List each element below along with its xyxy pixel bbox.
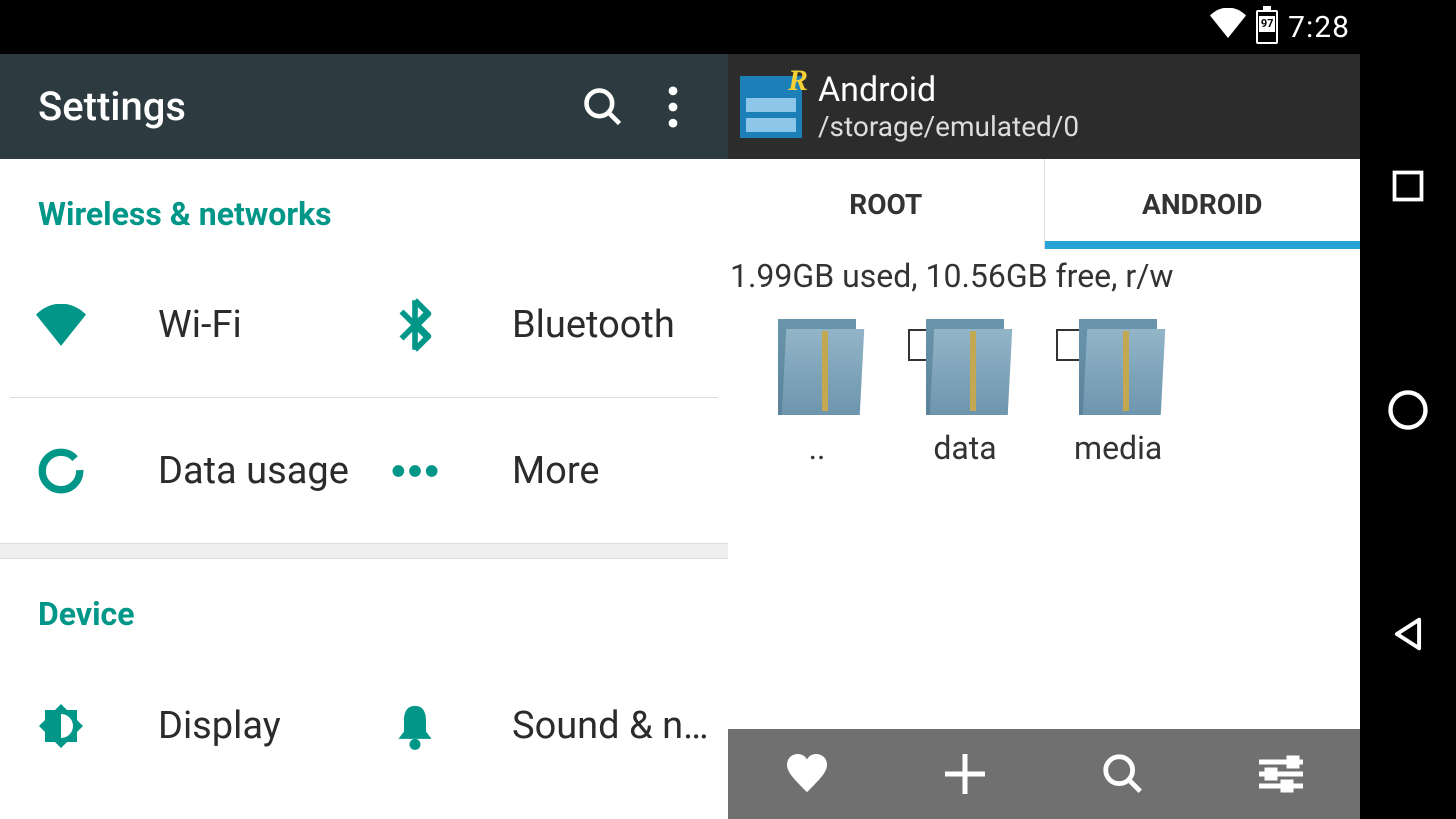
- explorer-title: Android: [818, 70, 1079, 110]
- favorite-button[interactable]: [728, 729, 886, 819]
- section-device-label: Device: [0, 559, 728, 653]
- settings-app: Settings Wireless & networks Wi-Fi Bluet…: [0, 54, 728, 819]
- item-more[interactable]: More: [364, 398, 718, 543]
- settings-header: Settings: [0, 54, 728, 159]
- item-data-usage[interactable]: Data usage: [10, 398, 364, 543]
- item-sound[interactable]: Sound & notification: [364, 653, 718, 798]
- folder-grid: .. data media: [728, 301, 1360, 485]
- item-bluetooth[interactable]: Bluetooth: [364, 253, 718, 398]
- folder-icon: [1079, 319, 1157, 415]
- section-wireless-label: Wireless & networks: [0, 159, 728, 253]
- settings-title: Settings: [38, 83, 568, 130]
- root-explorer-logo-icon: R: [740, 76, 802, 138]
- system-nav-bar: [1360, 0, 1456, 819]
- wifi-icon: [1210, 8, 1246, 46]
- tab-root[interactable]: ROOT: [728, 159, 1045, 249]
- explorer-bottom-bar: [728, 729, 1360, 819]
- folder-icon: [926, 319, 1004, 415]
- tab-android[interactable]: ANDROID: [1045, 159, 1361, 249]
- item-wifi[interactable]: Wi-Fi: [10, 253, 364, 398]
- item-label: Sound & notification: [512, 704, 718, 748]
- filter-button[interactable]: [1202, 729, 1360, 819]
- folder-icon: [778, 319, 856, 415]
- bell-icon: [388, 699, 442, 753]
- explorer-tabs: ROOT ANDROID: [728, 159, 1360, 249]
- search-icon[interactable]: [568, 72, 638, 142]
- status-time: 7:28: [1288, 10, 1350, 45]
- explorer-header: R Android /storage/emulated/0: [728, 54, 1360, 159]
- data-usage-icon: [34, 444, 88, 498]
- brightness-icon: [34, 699, 88, 753]
- item-label: Bluetooth: [512, 303, 675, 347]
- folder-label: data: [933, 429, 996, 467]
- battery-percent: 97: [1259, 16, 1275, 32]
- item-label: More: [512, 449, 600, 493]
- item-display[interactable]: Display: [10, 653, 364, 798]
- folder-label: ..: [809, 429, 826, 467]
- tab-label: ROOT: [849, 188, 922, 221]
- item-label: Display: [158, 704, 281, 748]
- section-divider: [0, 543, 728, 559]
- item-label: Data usage: [158, 449, 349, 493]
- folder-label: media: [1074, 429, 1162, 467]
- bluetooth-icon: [388, 298, 442, 352]
- item-label: Wi-Fi: [158, 303, 242, 347]
- root-explorer-app: R Android /storage/emulated/0 ROOT ANDRO…: [728, 54, 1360, 819]
- back-button[interactable]: [1386, 612, 1430, 656]
- folder-media[interactable]: media: [1074, 319, 1162, 467]
- folder-up[interactable]: ..: [778, 319, 856, 467]
- search-button[interactable]: [1044, 729, 1202, 819]
- tab-label: ANDROID: [1142, 188, 1262, 221]
- battery-icon: 97: [1256, 10, 1278, 44]
- explorer-path: /storage/emulated/0: [818, 110, 1079, 143]
- recent-apps-button[interactable]: [1386, 164, 1430, 208]
- home-button[interactable]: [1386, 388, 1430, 432]
- more-horiz-icon: [388, 444, 442, 498]
- storage-status: 1.99GB used, 10.56GB free, r/w: [728, 249, 1360, 301]
- more-vert-icon[interactable]: [638, 72, 708, 142]
- add-button[interactable]: [886, 729, 1044, 819]
- status-bar: 97 7:28: [0, 0, 1360, 54]
- wifi-icon: [34, 298, 88, 352]
- folder-data[interactable]: data: [926, 319, 1004, 467]
